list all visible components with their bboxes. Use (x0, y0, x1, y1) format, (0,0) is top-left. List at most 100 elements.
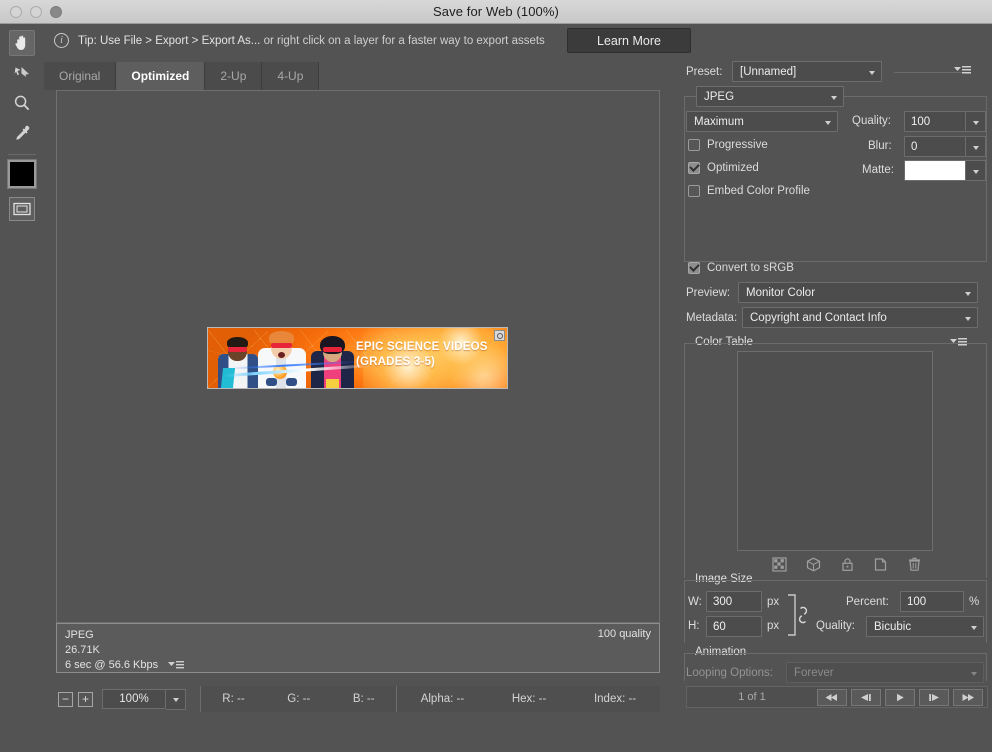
tab-4up[interactable]: 4-Up (262, 62, 320, 90)
tools-palette (0, 24, 44, 752)
fast-forward-icon (962, 693, 974, 701)
animation-title: Animation (690, 646, 752, 658)
optimization-info-box: JPEG 26.71K 6 sec @ 56.6 Kbps 100 qualit… (56, 623, 660, 673)
progressive-checkbox[interactable] (688, 139, 700, 151)
looping-options-label: Looping Options: (686, 667, 773, 679)
banner-headline-line1: EPIC SCIENCE VIDEOS (356, 341, 488, 353)
tab-2up[interactable]: 2-Up (205, 62, 263, 90)
dialog-footer: Preview... ? Save... Cancel Done (0, 713, 992, 752)
lock-icon[interactable] (840, 557, 855, 575)
preset-dropdown[interactable]: [Unnamed] (732, 61, 882, 82)
first-frame-button[interactable] (817, 688, 847, 706)
width-input[interactable]: 300 (706, 591, 762, 612)
readout-g: G: -- (287, 693, 311, 705)
frame-counter: 1 of 1 (738, 691, 766, 703)
play-button[interactable] (885, 688, 915, 706)
optimized-label: Optimized (707, 162, 759, 174)
next-frame-button[interactable] (919, 688, 949, 706)
resample-quality-dropdown[interactable]: Bicubic (866, 616, 984, 637)
format-group-right-edge (986, 96, 987, 262)
toggle-slices-visibility-button[interactable] (9, 197, 35, 221)
metadata-dropdown[interactable]: Copyright and Contact Info (742, 307, 978, 328)
color-table-rule (684, 343, 987, 344)
format-group-left-edge (684, 96, 685, 262)
height-input[interactable]: 60 (706, 616, 762, 637)
embed-color-profile-label: Embed Color Profile (707, 185, 810, 197)
constrain-proportions-toggle[interactable] (786, 592, 812, 641)
percent-label: Percent: (846, 596, 889, 608)
zoom-level-value[interactable]: 100% (102, 689, 166, 709)
hand-tool[interactable] (9, 30, 35, 56)
convert-srgb-row: Convert to sRGB (688, 262, 794, 274)
foreground-color-swatch[interactable] (7, 159, 37, 189)
embed-color-profile-row: Embed Color Profile (688, 185, 810, 197)
toolbar-divider (8, 154, 36, 155)
zoom-level-dropdown[interactable] (166, 688, 186, 710)
preview-dropdown[interactable]: Monitor Color (738, 282, 978, 303)
readout-r: R: -- (222, 693, 245, 705)
transparency-icon[interactable] (772, 557, 787, 575)
slice-select-icon (14, 67, 29, 77)
window-title: Save for Web (100%) (433, 4, 559, 19)
banner-headline-line2: (GRADES 3-5) (356, 355, 436, 368)
panel-menu-icon (168, 660, 185, 669)
slice-select-tool[interactable] (9, 60, 35, 86)
web-shift-icon[interactable] (806, 557, 821, 575)
zoom-tool[interactable] (9, 90, 35, 116)
embed-color-profile-checkbox[interactable] (688, 185, 700, 197)
quality-stepper-dropdown[interactable] (966, 111, 986, 132)
matte-dropdown[interactable] (966, 160, 986, 181)
previous-frame-button[interactable] (851, 688, 881, 706)
delete-swatch-icon[interactable] (907, 557, 922, 575)
blur-label: Blur: (868, 140, 892, 152)
eyedropper-tool[interactable] (9, 120, 35, 146)
compression-quality-dropdown[interactable]: Maximum (686, 111, 838, 132)
readout-index: Index: -- (593, 693, 637, 705)
hand-icon (15, 35, 26, 50)
tip-bar: i Tip: Use File > Export > Export As... … (44, 24, 992, 57)
canvas-status-bar: − + 100% R: -- G: -- B: -- Alpha: -- Hex… (56, 685, 660, 713)
zoom-in-button[interactable]: + (78, 691, 93, 707)
zoom-out-button[interactable]: − (58, 691, 73, 707)
file-format-dropdown[interactable]: JPEG (696, 86, 844, 107)
blur-stepper-dropdown[interactable] (966, 136, 986, 157)
window-titlebar: Save for Web (100%) (0, 0, 992, 24)
chain-link-icon (788, 594, 808, 636)
view-mode-tabs: Original Optimized 2-Up 4-Up (44, 62, 320, 90)
tab-optimized[interactable]: Optimized (116, 62, 206, 90)
magnifier-icon (14, 95, 30, 111)
info-panel-menu-button[interactable] (168, 660, 185, 670)
format-rule-left (684, 96, 696, 97)
width-unit: px (767, 596, 780, 608)
color-table-title: Color Table (690, 336, 758, 348)
matte-color-swatch[interactable] (904, 160, 966, 181)
eyedropper-icon (16, 125, 30, 140)
color-table-panel-menu-button[interactable] (950, 337, 968, 348)
matte-label: Matte: (862, 164, 894, 176)
image-size-title: Image Size (690, 573, 758, 585)
tab-original[interactable]: Original (44, 62, 117, 90)
new-swatch-icon[interactable] (873, 557, 888, 575)
convert-srgb-checkbox[interactable] (688, 262, 700, 274)
toggle-slices-icon (13, 202, 31, 216)
preview-image[interactable]: EPIC SCIENCE VIDEOS (GRADES 3-5) (207, 327, 508, 389)
info-icon: i (54, 33, 69, 48)
readout-alpha: Alpha: -- (420, 693, 465, 705)
color-table-right-edge (986, 343, 987, 578)
preview-label: Preview: (686, 286, 731, 299)
learn-more-button[interactable]: Learn More (567, 28, 691, 53)
width-label: W: (688, 596, 702, 608)
color-table-swatch-grid[interactable] (737, 351, 933, 551)
last-frame-button[interactable] (953, 688, 983, 706)
preset-panel-menu-button[interactable] (954, 65, 972, 76)
blur-input[interactable]: 0 (904, 136, 966, 157)
image-size-left-edge (684, 580, 685, 643)
quality-input[interactable]: 100 (904, 111, 966, 132)
step-forward-icon (929, 693, 939, 701)
tip-prefix: Tip: Use File > Export > Export As... (78, 34, 261, 47)
progressive-label: Progressive (707, 139, 768, 151)
optimized-checkbox[interactable] (688, 162, 700, 174)
image-preview-canvas[interactable]: EPIC SCIENCE VIDEOS (GRADES 3-5) (56, 90, 660, 623)
preview-row: Preview: Monitor Color (686, 282, 978, 303)
percent-input[interactable]: 100 (900, 591, 964, 612)
